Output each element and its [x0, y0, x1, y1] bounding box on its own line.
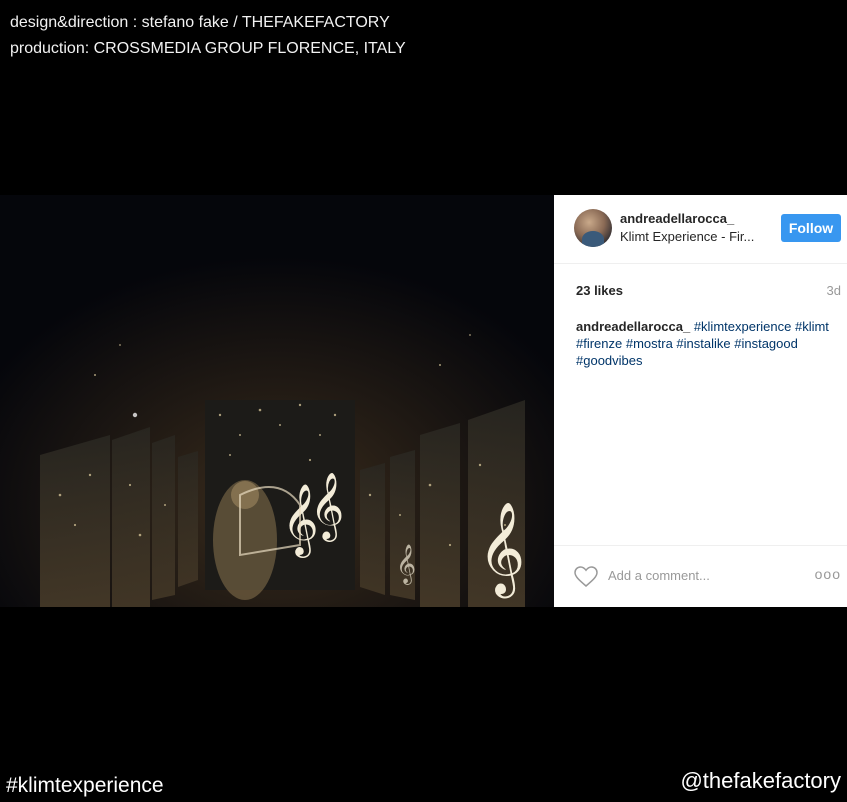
instagram-post: 𝄞 𝄞 𝄞 𝄞 andreadellarocca_ Klimt Experien… [0, 195, 847, 607]
post-age[interactable]: 3d [827, 283, 841, 298]
comment-bar: Add a comment... ooo [554, 545, 847, 608]
klimt-exhibition-photo: 𝄞 𝄞 𝄞 𝄞 [0, 195, 554, 607]
credit-line-direction: design&direction : stefano fake / THEFAK… [10, 14, 390, 31]
follow-button[interactable]: Follow [781, 214, 841, 242]
more-options-icon[interactable]: ooo [815, 566, 841, 582]
credits-overlay: design&direction : stefano fake / THEFAK… [10, 10, 406, 62]
heart-icon[interactable] [574, 566, 598, 588]
post-photo[interactable]: 𝄞 𝄞 𝄞 𝄞 [0, 195, 554, 607]
footer-handle: @thefakefactory [680, 768, 841, 793]
svg-text:𝄞: 𝄞 [310, 471, 344, 542]
footer-hashtag: #klimtexperience [6, 774, 164, 797]
post-header: andreadellarocca_ Klimt Experience - Fir… [554, 195, 847, 264]
username-link[interactable]: andreadellarocca_ [620, 211, 734, 226]
svg-text:𝄞: 𝄞 [396, 544, 416, 585]
comment-input[interactable]: Add a comment... [608, 568, 710, 583]
post-caption: andreadellarocca_ #klimtexperience #klim… [576, 318, 844, 369]
post-sidebar: andreadellarocca_ Klimt Experience - Fir… [554, 195, 847, 607]
avatar[interactable] [574, 209, 612, 247]
credit-line-production: production: CROSSMEDIA GROUP FLORENCE, I… [10, 40, 406, 57]
location-link[interactable]: Klimt Experience - Fir... [620, 229, 754, 244]
likes-count[interactable]: 23 likes [576, 283, 623, 298]
caption-username[interactable]: andreadellarocca_ [576, 319, 690, 334]
svg-text:𝄞: 𝄞 [478, 501, 525, 598]
